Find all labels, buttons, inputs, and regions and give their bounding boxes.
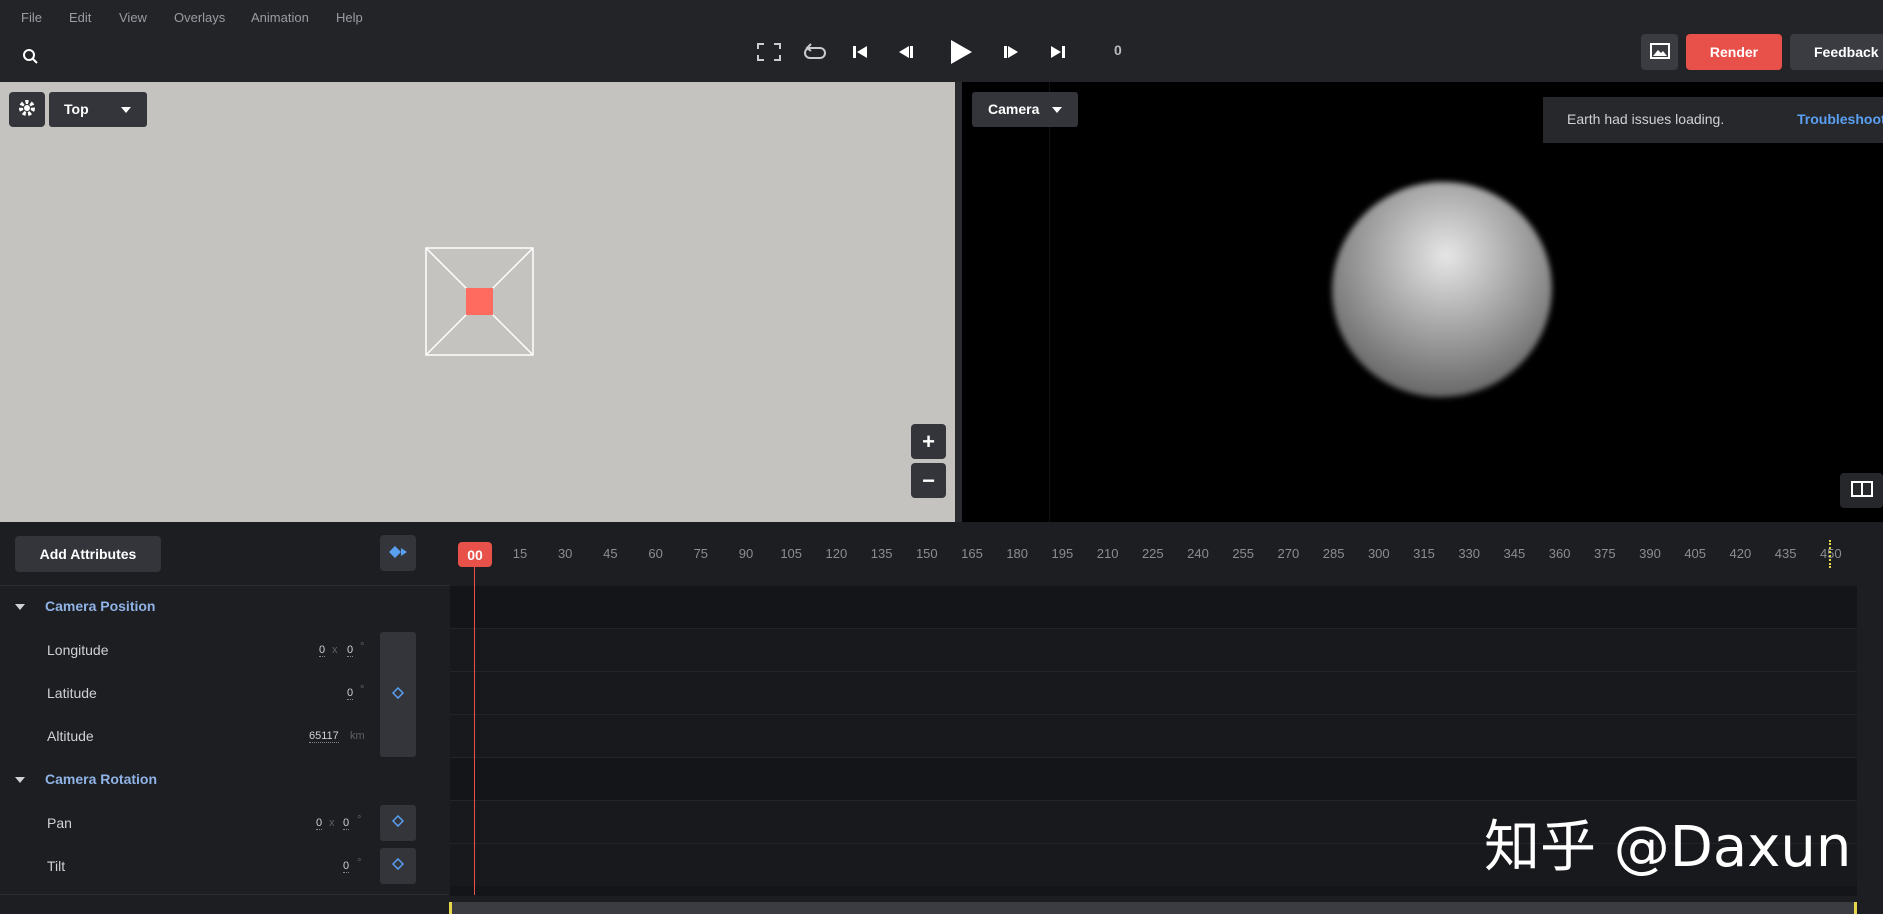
split-view-icon: [1850, 481, 1873, 500]
ruler-tick-label: 345: [1503, 546, 1526, 561]
add-attributes-button[interactable]: Add Attributes: [15, 536, 161, 572]
menu-animation[interactable]: Animation: [251, 10, 309, 25]
split-view-button[interactable]: [1840, 473, 1883, 508]
earth-error-toast: Earth had issues loading. Troubleshoot: [1543, 97, 1883, 143]
menu-overlays[interactable]: Overlays: [174, 10, 225, 25]
zoom-out-button[interactable]: −: [911, 463, 946, 498]
ruler-tick-label: 150: [915, 546, 938, 561]
toast-message: Earth had issues loading.: [1567, 111, 1725, 127]
ruler-tick-label: 120: [825, 546, 848, 561]
ruler-tick-label: 15: [512, 546, 528, 561]
keyframe-diamond-icon: [391, 814, 405, 832]
chevron-down-icon: [121, 107, 131, 113]
image-icon: [1649, 42, 1670, 62]
collapse-icon[interactable]: [15, 777, 25, 783]
playhead-marker[interactable]: 00: [458, 542, 492, 567]
menu-edit[interactable]: Edit: [69, 10, 91, 25]
camera-marker: [466, 288, 493, 315]
view-dropdown-label: Top: [64, 101, 89, 117]
ruler-tick-label: 330: [1458, 546, 1481, 561]
pan-keyframe-button[interactable]: [380, 805, 416, 841]
ruler-tick-label: 30: [557, 546, 573, 561]
timeline-scrollbar[interactable]: [449, 902, 1857, 914]
skip-to-start-icon[interactable]: [850, 43, 870, 61]
ruler-tick-label: 210: [1096, 546, 1119, 561]
attr-pan-label: Pan: [47, 815, 72, 831]
ruler-tick-label: 225: [1141, 546, 1164, 561]
watermark: 知乎 @Daxun: [1484, 815, 1852, 880]
tilt-keyframe-button[interactable]: [380, 848, 416, 884]
ruler-tick-label: 90: [738, 546, 754, 561]
search-icon[interactable]: [20, 46, 40, 66]
feedback-button[interactable]: Feedback: [1790, 34, 1883, 70]
ruler-tick-label: 420: [1729, 546, 1752, 561]
altitude-value[interactable]: 65117: [309, 730, 339, 743]
image-export-button[interactable]: [1641, 34, 1678, 70]
camera-dropdown-label: Camera: [988, 101, 1040, 117]
attr-tilt-label: Tilt: [47, 858, 66, 874]
ruler-tick-label: 360: [1548, 546, 1571, 561]
fullscreen-icon[interactable]: [756, 42, 782, 62]
viewport-divider[interactable]: [955, 82, 962, 522]
ruler-tick-label: 270: [1277, 546, 1300, 561]
view-dropdown-top[interactable]: Top: [49, 92, 147, 127]
ruler-tick-label: 45: [603, 546, 618, 561]
menu-file[interactable]: File: [21, 10, 42, 25]
ruler-tick-label: 135: [870, 546, 893, 561]
ruler-tick-label: 390: [1639, 546, 1661, 561]
position-keyframe-button[interactable]: [380, 632, 416, 757]
play-icon[interactable]: [947, 38, 975, 66]
playhead-line[interactable]: [474, 567, 475, 895]
end-marker[interactable]: [1829, 540, 1833, 568]
step-back-icon[interactable]: [895, 43, 915, 61]
frame-counter: 0: [1114, 42, 1122, 58]
attr-altitude-label: Altitude: [47, 728, 94, 744]
skip-to-end-icon[interactable]: [1048, 43, 1068, 61]
ruler-tick-label: 405: [1684, 546, 1707, 561]
zoom-in-button[interactable]: +: [911, 424, 946, 459]
render-button[interactable]: Render: [1686, 34, 1782, 70]
step-forward-icon[interactable]: [1002, 43, 1022, 61]
tilt-value[interactable]: 0: [343, 860, 350, 873]
pan-value-2[interactable]: 0: [343, 817, 350, 830]
view-dropdown-camera[interactable]: Camera: [972, 92, 1078, 127]
menu-view[interactable]: View: [119, 10, 147, 25]
longitude-value-2[interactable]: 0: [347, 644, 354, 657]
keyframe-next-icon: [388, 545, 408, 562]
gear-icon: [17, 98, 37, 121]
keyframe-diamond-icon: [391, 686, 405, 704]
menu-help[interactable]: Help: [336, 10, 363, 25]
group-camera-position[interactable]: Camera Position: [45, 598, 155, 614]
ruler-tick-label: 435: [1774, 546, 1797, 561]
camera-frustum[interactable]: [425, 247, 534, 356]
attr-longitude-label: Longitude: [47, 642, 109, 658]
ruler-tick-label: 165: [961, 546, 983, 561]
view-settings-button[interactable]: [9, 92, 45, 127]
ruler-tick-label: 60: [648, 546, 663, 561]
ruler-tick-label: 315: [1413, 546, 1435, 561]
group-camera-rotation[interactable]: Camera Rotation: [45, 771, 157, 787]
attr-latitude-label: Latitude: [47, 685, 97, 701]
ruler-tick-label: 195: [1051, 546, 1074, 561]
pan-value-1[interactable]: 0: [316, 817, 323, 830]
chevron-down-icon: [1052, 107, 1062, 113]
ruler-tick-label: 375: [1593, 546, 1616, 561]
longitude-value-1[interactable]: 0: [319, 644, 326, 657]
ruler-tick-label: 300: [1367, 546, 1390, 561]
troubleshoot-link[interactable]: Troubleshoot: [1797, 111, 1883, 127]
collapse-icon[interactable]: [15, 604, 25, 610]
ruler-tick-label: 255: [1232, 546, 1255, 561]
camera-viewport[interactable]: [962, 82, 1883, 522]
ruler-tick-label: 285: [1322, 546, 1345, 561]
ruler-tick-label: 180: [1006, 546, 1029, 561]
keyframe-diamond-icon: [391, 857, 405, 875]
ruler-tick-label: 75: [693, 546, 709, 561]
latitude-value[interactable]: 0: [347, 687, 354, 700]
earth-globe: [1312, 161, 1572, 418]
ruler-tick-label: 240: [1187, 546, 1209, 561]
ruler-tick-label: 105: [780, 546, 803, 561]
loop-icon[interactable]: [801, 42, 829, 62]
add-keyframe-button[interactable]: [380, 535, 416, 571]
